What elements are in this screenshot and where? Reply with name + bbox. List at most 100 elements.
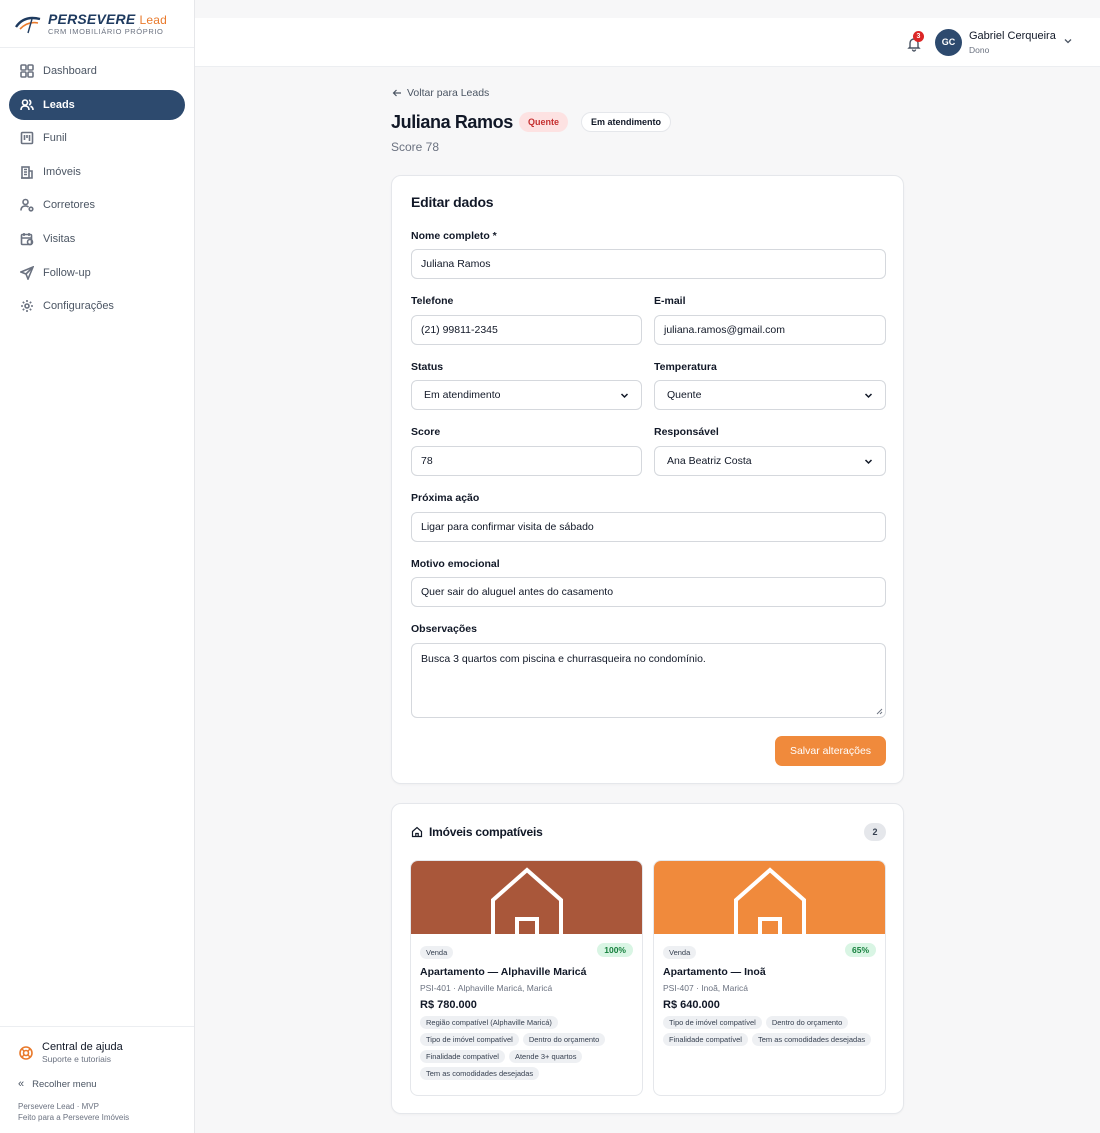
sidebar-item-label: Funil [43,132,67,145]
owner-select[interactable]: Ana Beatriz Costa [654,446,886,476]
sidebar-item-label: Configurações [43,300,114,313]
brand-subtitle: CRM IMOBILIÁRIO PRÓPRIO [48,26,164,36]
sidebar-item-label: Follow-up [43,266,91,279]
deal-type-tag: Venda [663,946,697,959]
save-button[interactable]: Salvar alterações [775,736,886,766]
property-image [411,861,642,934]
email-label: E-mail [654,295,686,307]
next-action-field[interactable]: Ligar para confirmar visita de sábado [411,512,886,542]
footer-line-1: Persevere Lead · MVP [18,1102,99,1112]
temperature-select-value: Quente [667,389,702,401]
property-card[interactable]: Venda 100% Apartamento — Alphaville Mari… [410,860,643,1096]
name-field[interactable]: Juliana Ramos [411,249,886,279]
send-icon [20,265,34,280]
score-field[interactable]: 78 [411,446,642,476]
name-label: Nome completo * [411,230,497,242]
help-subtitle: Suporte e tutoriais [42,1054,111,1065]
chevron-down-icon [864,392,873,398]
status-select-value: Em atendimento [424,389,501,401]
email-field[interactable]: juliana.ramos@gmail.com [654,315,886,345]
users-icon [20,98,34,110]
sidebar: PERSEVERE Lead CRM IMOBILIÁRIO PRÓPRIO D… [0,0,195,1133]
motive-label: Motivo emocional [411,558,500,570]
property-price: R$ 640.000 [663,999,720,1011]
back-to-leads-link[interactable]: Voltar para Leads [392,87,489,99]
resize-handle-icon[interactable] [876,708,883,715]
notes-value: Busca 3 quartos com piscina e churrasque… [421,653,706,665]
notes-textarea[interactable]: Busca 3 quartos com piscina e churrasque… [411,643,886,718]
chevron-down-icon[interactable] [1063,36,1073,46]
avatar[interactable]: GC [935,29,962,56]
property-card[interactable]: Venda 65% Apartamento — Inoã PSI-407 · I… [653,860,886,1096]
match-reasons: Região compatível (Alphaville Maricá) Ti… [420,1016,635,1080]
notes-label: Observações [411,623,477,635]
collapse-menu-button[interactable]: « Recolher menu [18,1078,176,1090]
property-code: PSI-407 · Inoã, Maricá [663,983,749,993]
name-value: Juliana Ramos [421,258,491,270]
user-role: Dono [969,45,990,55]
page-title: Juliana Ramos [391,112,513,132]
sidebar-item-visitas[interactable]: Visitas [9,224,185,254]
match-score-badge: 100% [597,943,633,957]
user-name[interactable]: Gabriel Cerqueira [969,30,1056,42]
sidebar-footer: Persevere Lead · MVP Feito para a Persev… [18,1102,176,1123]
brand-name-suffix: Lead [139,12,167,27]
next-action-value: Ligar para confirmar visita de sábado [421,521,594,533]
compatible-properties-card: Imóveis compatíveis 2 Venda 100% Apartam… [391,803,904,1114]
next-action-label: Próxima ação [411,492,480,504]
house-icon [733,867,806,934]
owner-select-value: Ana Beatriz Costa [667,455,752,467]
sidebar-bottom: Central de ajuda Suporte e tutoriais « R… [0,1026,194,1133]
chevron-down-icon [864,458,873,464]
brand-name: PERSEVERE [48,10,136,27]
brand-logo-icon [15,16,41,33]
sidebar-nav: Dashboard Leads Funil Imóveis Corretores… [0,48,194,333]
match-reason-chip: Região compatível (Alphaville Maricá) [420,1016,558,1029]
score-text: Score 78 [391,140,440,154]
collapse-label: Recolher menu [32,1078,97,1090]
properties-title: Imóveis compatíveis [429,825,543,839]
motive-field[interactable]: Quer sair do aluguel antes do casamento [411,577,886,607]
match-reason-chip: Tem as comodidades desejadas [420,1067,540,1080]
edit-form-card: Editar dados Nome completo * Juliana Ram… [391,175,904,784]
help-title: Central de ajuda [42,1041,123,1054]
match-reasons: Tipo de imóvel compatível Dentro do orça… [663,1016,878,1046]
sidebar-item-follow-up[interactable]: Follow-up [9,258,185,288]
match-reason-chip: Tem as comodidades desejadas [751,1033,872,1046]
sidebar-item-corretores[interactable]: Corretores [9,190,185,220]
property-name: Apartamento — Inoã [663,966,766,978]
property-image [654,861,885,934]
sidebar-item-label: Visitas [43,232,76,245]
home-icon [411,826,423,838]
sidebar-item-label: Dashboard [43,65,97,77]
property-price: R$ 780.000 [420,999,477,1011]
help-center-link[interactable]: Central de ajuda Suporte e tutoriais [18,1041,176,1064]
temperature-badge: Quente [519,112,569,132]
sidebar-item-dashboard[interactable]: Dashboard [9,56,185,86]
sidebar-item-funil[interactable]: Funil [9,123,185,153]
match-reason-chip: Finalidade compatível [663,1033,748,1046]
double-chevron-left-icon: « [18,1078,25,1091]
score-label: Score [411,426,441,438]
phone-field[interactable]: (21) 99811-2345 [411,315,642,345]
match-reason-chip: Dentro do orçamento [522,1033,606,1046]
sidebar-item-label: Corretores [43,199,95,212]
sidebar-item-imoveis[interactable]: Imóveis [9,157,185,187]
topbar: 3 GC Gabriel Cerqueira Dono [195,18,1100,67]
motive-value: Quer sair do aluguel antes do casamento [421,586,614,598]
phone-label: Telefone [411,295,454,307]
building-icon [21,165,33,179]
temperature-select[interactable]: Quente [654,380,886,410]
match-reason-chip: Atende 3+ quartos [508,1050,583,1063]
status-label: Status [411,361,444,373]
sidebar-item-configuracoes[interactable]: Configurações [9,291,185,321]
status-select[interactable]: Em atendimento [411,380,642,410]
match-score-badge: 65% [844,943,876,957]
brand[interactable]: PERSEVERE Lead CRM IMOBILIÁRIO PRÓPRIO [0,0,194,48]
match-reason-chip: Finalidade compatível [420,1050,505,1063]
lifebuoy-icon [19,1045,33,1060]
sidebar-item-leads[interactable]: Leads [9,89,185,120]
property-code: PSI-401 · Alphaville Maricá, Maricá [420,983,553,993]
match-reason-chip: Tipo de imóvel compatível [420,1033,519,1046]
notification-badge: 3 [913,31,924,42]
